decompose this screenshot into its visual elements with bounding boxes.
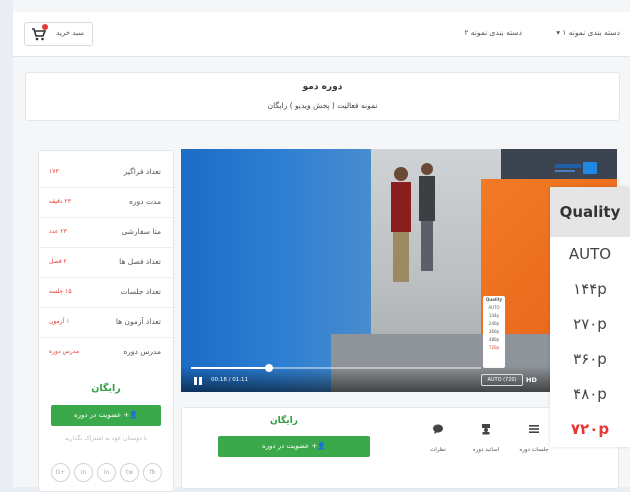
info-row: تعداد فراگیر ۱۷۳ [39, 157, 173, 188]
quality-option[interactable]: ۲۷۰p [550, 307, 630, 342]
quality-option[interactable]: AUTO [550, 237, 630, 272]
cart-badge [42, 24, 48, 30]
video-progress-bar[interactable] [191, 364, 481, 372]
instagram-icon[interactable]: in [97, 463, 116, 482]
video-time: 00:18 / 01:11 [211, 377, 249, 383]
join-course-label: عضویت در دوره [74, 411, 122, 419]
nav-category-1[interactable]: دسته بندی نمونه ۱ ▾ [556, 28, 620, 37]
cart-label: سبد خرید [56, 29, 84, 37]
quality-option[interactable]: ۱۴۴p [550, 272, 630, 307]
twitter-icon[interactable]: tw [120, 463, 139, 482]
join-course-button[interactable]: 👤+ عضویت در دوره [51, 405, 161, 426]
info-label: متا سفارشی [121, 227, 161, 236]
info-label: تعداد فصل ها [119, 257, 161, 266]
social-share-bar: G+ in in tw fb [51, 463, 162, 483]
mini-menu-item: 720p [488, 345, 500, 350]
info-label: تعداد فراگیر [123, 167, 161, 176]
nav-category-1-label: دسته بندی نمونه ۱ [562, 28, 620, 37]
teacher-icon [482, 424, 490, 435]
quality-menu: Quality AUTO ۱۴۴p ۲۷۰p ۳۶۰p ۴۸۰p ۷۲۰p [550, 187, 630, 447]
tab-label: اساتید دوره [472, 447, 500, 453]
join-course-label: عضویت در دوره [262, 442, 310, 450]
linkedin-icon[interactable]: in [74, 463, 93, 482]
info-value: ۲۳ دقیقه [49, 198, 71, 205]
quality-option[interactable]: ۴۸۰p [550, 377, 630, 412]
info-label: مدت دوره [129, 197, 161, 206]
add-user-icon: 👤+ [121, 411, 138, 419]
page: دسته بندی نمونه ۱ ▾ دسته بندی نمونه ۲ سب… [13, 0, 630, 492]
info-value: ۱ آزمون [49, 318, 70, 325]
brand-logo [555, 162, 597, 174]
quality-option[interactable]: ۳۶۰p [550, 342, 630, 377]
info-row: مدت دوره ۲۳ دقیقه [39, 187, 173, 218]
mini-menu-item: Quality [485, 297, 503, 302]
list-icon [529, 425, 539, 433]
quality-toggle[interactable]: AUTO (720) [481, 374, 523, 386]
nav-category-2[interactable]: دسته بندی نمونه ۲ [464, 28, 522, 37]
people-figure [391, 163, 435, 282]
info-value: ۲۳ عدد [49, 228, 67, 235]
info-row: تعداد جلسات ۱۵ جلسه [39, 277, 173, 308]
info-row: تعداد آزمون ها ۱ آزمون [39, 307, 173, 338]
top-navbar: دسته بندی نمونه ۱ ▾ دسته بندی نمونه ۲ سب… [13, 12, 630, 57]
mini-menu-item: 144p [488, 313, 500, 318]
course-subtitle: نمونه فعالیت ( پخش ویدیو ) رایگان [267, 101, 378, 110]
info-value: ۱۵ جلسه [49, 288, 72, 295]
google-plus-icon[interactable]: G+ [51, 463, 70, 482]
chevron-down-icon: ▾ [556, 28, 560, 37]
info-row: مدرس دوره مدرس دوره [39, 337, 173, 367]
info-value: ۲ فصل [49, 258, 67, 265]
join-course-button-bottom[interactable]: 👤+ عضویت در دوره [218, 436, 370, 457]
mini-menu-item: 360p [488, 329, 500, 334]
info-row: متا سفارشی ۲۳ عدد [39, 217, 173, 248]
cart-button[interactable]: سبد خرید [24, 22, 93, 46]
facebook-icon[interactable]: fb [143, 463, 162, 482]
course-price: رایگان [91, 383, 121, 394]
mini-menu-item: 240p [488, 321, 500, 326]
share-text: با دوستان خود به اشتراک بگذارید [64, 435, 148, 442]
quality-menu-title: Quality [550, 187, 630, 237]
pause-icon[interactable] [193, 376, 203, 386]
info-label: مدرس دوره [123, 347, 161, 356]
mini-menu-item: 480p [488, 337, 500, 342]
comment-icon [433, 424, 443, 434]
info-row: تعداد فصل ها ۲ فصل [39, 247, 173, 278]
info-value[interactable]: مدرس دوره [49, 348, 79, 355]
tab-teachers[interactable]: اساتید دوره [462, 420, 510, 460]
tab-label: جلسات دوره [519, 447, 549, 453]
info-value: ۱۷۳ [49, 168, 59, 175]
course-info-panel: تعداد فراگیر ۱۷۳ مدت دوره ۲۳ دقیقه متا س… [38, 150, 174, 492]
tab-comments[interactable]: نظرات [414, 420, 462, 460]
course-title-box: دوره دمو نمونه فعالیت ( پخش ویدیو ) رایگ… [25, 72, 620, 121]
hd-icon[interactable]: HD [526, 376, 537, 384]
course-title: دوره دمو [302, 82, 343, 92]
info-label: تعداد جلسات [120, 287, 161, 296]
add-user-icon: 👤+ [309, 442, 326, 450]
tab-label: نظرات [430, 447, 446, 453]
bottom-price: رایگان [270, 416, 298, 426]
video-progress-fill [191, 367, 270, 369]
info-label: تعداد آزمون ها [115, 317, 161, 326]
quality-option[interactable]: ۷۲۰p [550, 412, 630, 447]
quality-mini-menu: Quality AUTO 144p 240p 360p 480p 720p [483, 296, 505, 368]
mini-menu-item: AUTO [488, 305, 500, 310]
